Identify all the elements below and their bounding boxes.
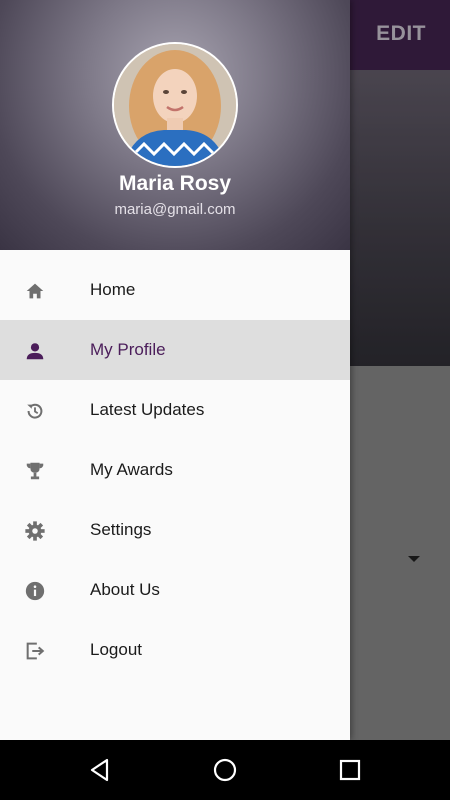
home-icon <box>26 283 44 299</box>
menu-item-label: My Profile <box>90 340 166 359</box>
menu-item-latest-updates[interactable]: Latest Updates <box>0 380 350 440</box>
menu-item-my-profile[interactable]: My Profile <box>0 320 350 380</box>
drawer-menu: Home My Profile Latest Updates My Awards… <box>0 260 350 680</box>
menu-item-label: My Awards <box>90 460 173 479</box>
trophy-icon <box>26 462 44 480</box>
user-name: Maria Rosy <box>118 172 232 195</box>
menu-item-home[interactable]: Home <box>0 260 350 320</box>
menu-item-label: Settings <box>90 520 152 539</box>
history-icon <box>27 403 43 419</box>
back-icon[interactable] <box>87 757 113 783</box>
menu-item-logout[interactable]: Logout <box>0 620 350 680</box>
menu-item-about-us[interactable]: About Us <box>0 560 350 620</box>
menu-item-label: Latest Updates <box>90 400 205 419</box>
system-nav-bar <box>0 740 450 800</box>
person-icon <box>26 343 44 360</box>
drawer-header: Maria Rosy maria@gmail.com <box>0 0 350 250</box>
menu-item-label: Home <box>90 280 136 299</box>
avatar[interactable] <box>112 42 238 168</box>
menu-item-label: About Us <box>90 580 160 599</box>
home-circle-icon[interactable] <box>212 757 238 783</box>
menu-item-label: Logout <box>90 640 142 659</box>
navigation-drawer: Maria Rosy maria@gmail.com Home My Profi… <box>0 0 350 740</box>
info-icon <box>25 581 45 601</box>
menu-item-my-awards[interactable]: My Awards <box>0 440 350 500</box>
recents-icon[interactable] <box>337 757 363 783</box>
menu-item-settings[interactable]: Settings <box>0 500 350 560</box>
logout-icon <box>26 642 45 660</box>
user-email: maria@gmail.com <box>114 201 236 218</box>
gear-icon <box>25 521 45 541</box>
